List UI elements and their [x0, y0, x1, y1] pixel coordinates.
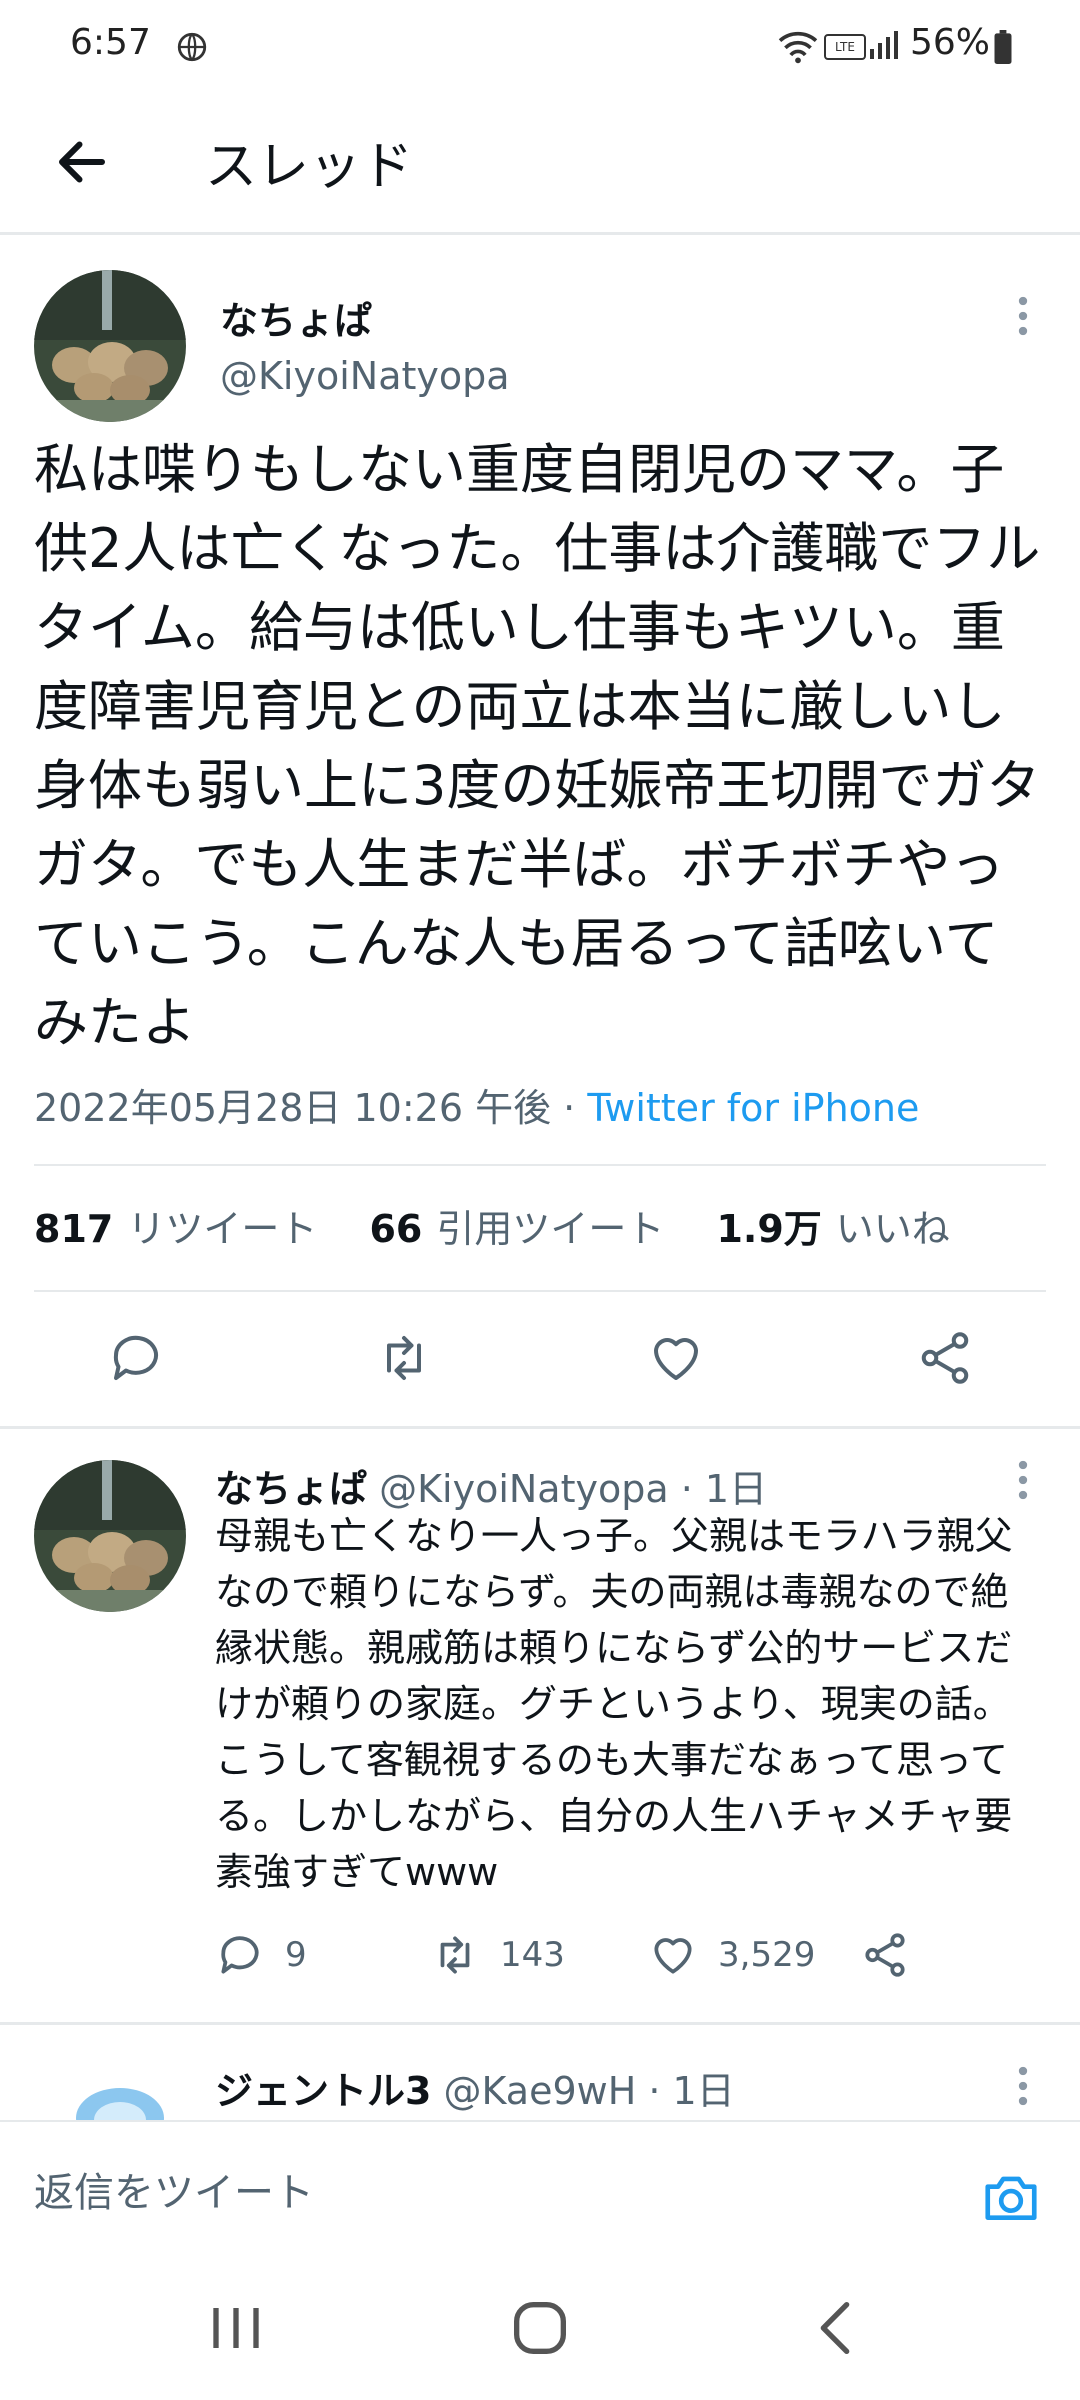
reply-share-button[interactable] [860, 1930, 930, 1980]
tweet-source-link[interactable]: Twitter for iPhone [587, 1086, 919, 1130]
volte-icon: LTE [824, 34, 866, 60]
avatar-image [76, 2088, 164, 2120]
share-icon [865, 1933, 905, 1977]
user-handle[interactable]: @KiyoiNatyopa [220, 354, 510, 398]
reply-retweet-button[interactable]: 143 [430, 1930, 565, 1980]
retweet-count: 143 [500, 1935, 565, 1975]
reply-icon[interactable] [106, 1328, 166, 1388]
tweet-stats: 817 リツイート 66 引用ツイート 1.9万 いいね [34, 1198, 990, 1253]
reply-action-bar: 9 143 3,529 [215, 1930, 1035, 1990]
like-count: 3,529 [718, 1935, 816, 1975]
tweet-datetime: 2022年05月28日 10:26 午後 · [34, 1086, 588, 1130]
tweet-text: 私は喋りもしない重度自閉児のママ。子供2人は亡くなった。仕事は介護職でフルタイム… [34, 438, 1041, 1054]
reply-header: なちょぱ @KiyoiNatyopa · 1日 [215, 1458, 767, 1513]
display-name[interactable]: なちょぱ [220, 290, 372, 345]
reply-like-button[interactable]: 3,529 [648, 1930, 815, 1980]
page-title: スレッド [205, 137, 414, 197]
like-icon [654, 1938, 692, 1974]
avatar-image [34, 270, 186, 422]
more-options-icon[interactable] [1017, 296, 1029, 336]
likes-stat[interactable]: 1.9万 いいね [716, 1207, 949, 1251]
divider [0, 1426, 1080, 1429]
reply-avatar[interactable] [34, 1460, 186, 1612]
retweet-icon[interactable] [374, 1328, 434, 1388]
reply-count: 9 [285, 1935, 307, 1975]
battery-icon [994, 30, 1012, 64]
quotes-stat[interactable]: 66 引用ツイート [369, 1207, 664, 1251]
reply-time: · 1日 [680, 1467, 768, 1511]
more-options-icon[interactable] [1017, 2066, 1029, 2106]
camera-icon[interactable] [980, 2166, 1042, 2228]
status-bar: 6:57 LTE 56% [0, 0, 1080, 96]
retweets-stat[interactable]: 817 リツイート [34, 1207, 317, 1251]
reply2-header: ジェントル3 @Kae9wH · 1日 [215, 2060, 735, 2115]
reply2-avatar[interactable] [34, 2060, 186, 2120]
recent-apps-icon[interactable] [196, 2288, 276, 2368]
tweet-meta: 2022年05月28日 10:26 午後 · Twitter for iPhon… [34, 1077, 919, 1132]
reply2-display-name[interactable]: ジェントル3 [215, 2069, 431, 2113]
divider [34, 1164, 1046, 1166]
retweet-icon [440, 1936, 470, 1974]
signal-icon [870, 31, 898, 59]
system-nav-bar [0, 2248, 1080, 2400]
top-app-bar: スレッド [0, 96, 1080, 235]
avatar-image [34, 1460, 186, 1612]
reply-text: 母親も亡くなり一人っ子。父親はモラハラ親父なので頼りにならず。夫の両親は毒親なの… [215, 1514, 1013, 1894]
globe-icon [177, 32, 207, 62]
more-options-icon[interactable] [1017, 1460, 1029, 1500]
like-icon[interactable] [646, 1328, 706, 1388]
back-icon[interactable] [800, 2288, 880, 2368]
home-icon[interactable] [500, 2288, 580, 2368]
reply-input-placeholder[interactable]: 返信をツイート [34, 2160, 314, 2218]
reply-display-name[interactable]: なちょぱ [215, 1467, 367, 1511]
status-time: 6:57 [70, 22, 151, 63]
back-arrow-icon[interactable] [52, 132, 112, 192]
divider [0, 2022, 1080, 2025]
reply-reply-button[interactable]: 9 [215, 1930, 307, 1980]
reply-icon [221, 1936, 259, 1974]
reply2-handle[interactable]: @Kae9wH [444, 2069, 637, 2113]
battery-percent: 56% [909, 22, 990, 63]
reply-handle[interactable]: @KiyoiNatyopa [379, 1467, 669, 1511]
reply2-time: · 1日 [648, 2069, 735, 2113]
wifi-icon [778, 31, 818, 64]
avatar[interactable] [34, 270, 186, 422]
reply-compose-bar[interactable]: 返信をツイート [0, 2120, 1080, 2250]
divider [34, 1290, 1046, 1292]
share-icon[interactable] [915, 1328, 975, 1388]
